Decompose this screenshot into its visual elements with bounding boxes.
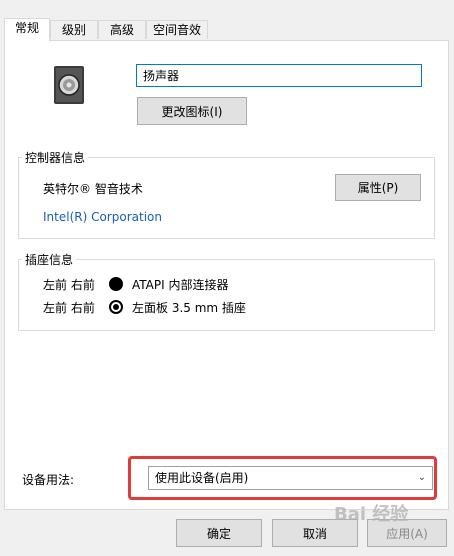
jack-ring-icon (109, 300, 123, 314)
chevron-down-icon: ⌄ (417, 472, 426, 483)
controller-group-title: 控制器信息 (22, 149, 89, 166)
usage-select[interactable]: 使用此设备(启用) ⌄ (148, 466, 433, 490)
jack-row-2-position: 左前 右前 (43, 301, 95, 315)
device-name-input[interactable] (136, 64, 422, 87)
jack-row-1-desc: ATAPI 内部连接器 (132, 278, 229, 292)
speaker-icon (54, 66, 84, 104)
change-icon-button[interactable]: 更改图标(I) (137, 97, 247, 125)
watermark: Bai 经验 (334, 504, 409, 525)
jack-group (18, 259, 435, 331)
jack-row-2-desc: 左面板 3.5 mm 插座 (132, 301, 246, 315)
ok-button[interactable]: 确定 (176, 519, 262, 547)
tab-strip: 常规 级别 高级 空间音效 (0, 18, 454, 41)
usage-selected-value: 使用此设备(启用) (155, 471, 249, 485)
jack-group-title: 插座信息 (22, 251, 77, 268)
tab-spatial-sound[interactable]: 空间音效 (146, 20, 208, 39)
tab-advanced[interactable]: 高级 (98, 20, 146, 39)
tab-general[interactable]: 常规 (4, 18, 50, 41)
usage-label: 设备用法: (22, 473, 75, 487)
jack-black-icon (109, 277, 123, 291)
jack-row-1-position: 左前 右前 (43, 278, 95, 292)
properties-button[interactable]: 属性(P) (335, 174, 421, 201)
tab-levels[interactable]: 级别 (50, 20, 98, 39)
controller-vendor: Intel(R) Corporation (43, 210, 162, 224)
controller-name: 英特尔® 智音技术 (43, 182, 143, 196)
